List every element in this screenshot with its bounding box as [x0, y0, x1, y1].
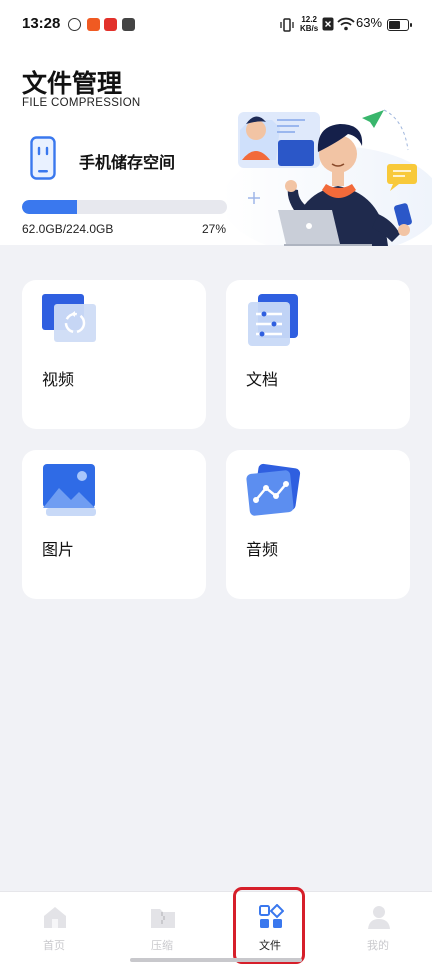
document-icon: [248, 294, 298, 346]
tab-label: 首页: [43, 939, 65, 952]
tab-compress[interactable]: 压缩: [108, 892, 216, 964]
page-title: 文件管理: [22, 69, 123, 98]
tab-home[interactable]: 首页: [0, 892, 108, 964]
page-subtitle: FILE COMPRESSION: [22, 97, 141, 109]
sim-off-icon: [322, 17, 334, 31]
status-bar: 13:28 12.2 KB/s 63%: [0, 0, 432, 50]
storage-used-text: 62.0GB/224.0GB: [22, 222, 114, 236]
video-icon: [42, 294, 96, 342]
header-illustration: [222, 109, 432, 246]
phone-storage-icon: [30, 136, 56, 180]
bottom-tab-bar: 首页 压缩 文件 我的: [0, 891, 432, 964]
wifi-icon: [337, 17, 355, 31]
category-card-audio[interactable]: 音频: [226, 450, 410, 599]
category-card-video[interactable]: 视频: [22, 280, 206, 429]
audio-icon: [246, 463, 301, 516]
network-speed-unit: KB/s: [300, 24, 319, 33]
battery-level: [389, 21, 400, 29]
storage-progress-fill: [22, 200, 78, 214]
network-speed: 12.2 KB/s: [300, 15, 318, 33]
tab-label: 我的: [367, 939, 389, 952]
tab-label: 压缩: [151, 939, 173, 952]
category-label: 图片: [42, 540, 75, 559]
battery-icon: [387, 19, 412, 31]
notification-app-icon: [122, 18, 135, 31]
tab-profile[interactable]: 我的: [324, 892, 432, 964]
home-indicator[interactable]: [130, 958, 302, 962]
network-speed-value: 12.2: [301, 15, 317, 24]
image-icon: [43, 464, 96, 516]
active-tab-highlight: [233, 887, 305, 964]
profile-icon: [368, 906, 390, 929]
category-label: 音频: [246, 540, 279, 559]
battery-percent: 63%: [356, 15, 383, 30]
vibrate-icon: [280, 18, 294, 32]
compress-folder-icon: [151, 909, 175, 928]
notification-app-icon: [87, 18, 100, 31]
category-card-document[interactable]: 文档: [226, 280, 410, 429]
storage-title: 手机储存空间: [79, 153, 176, 172]
notification-app-icon: [68, 18, 81, 31]
category-label: 视频: [42, 370, 75, 389]
category-card-image[interactable]: 图片: [22, 450, 206, 599]
home-icon: [44, 907, 66, 928]
status-time: 13:28: [22, 15, 61, 32]
notification-app-icon: [104, 18, 117, 31]
header: 文件管理 FILE COMPRESSION 手机储存空间 62.0GB/224.…: [0, 50, 432, 246]
category-label: 文档: [246, 370, 279, 389]
